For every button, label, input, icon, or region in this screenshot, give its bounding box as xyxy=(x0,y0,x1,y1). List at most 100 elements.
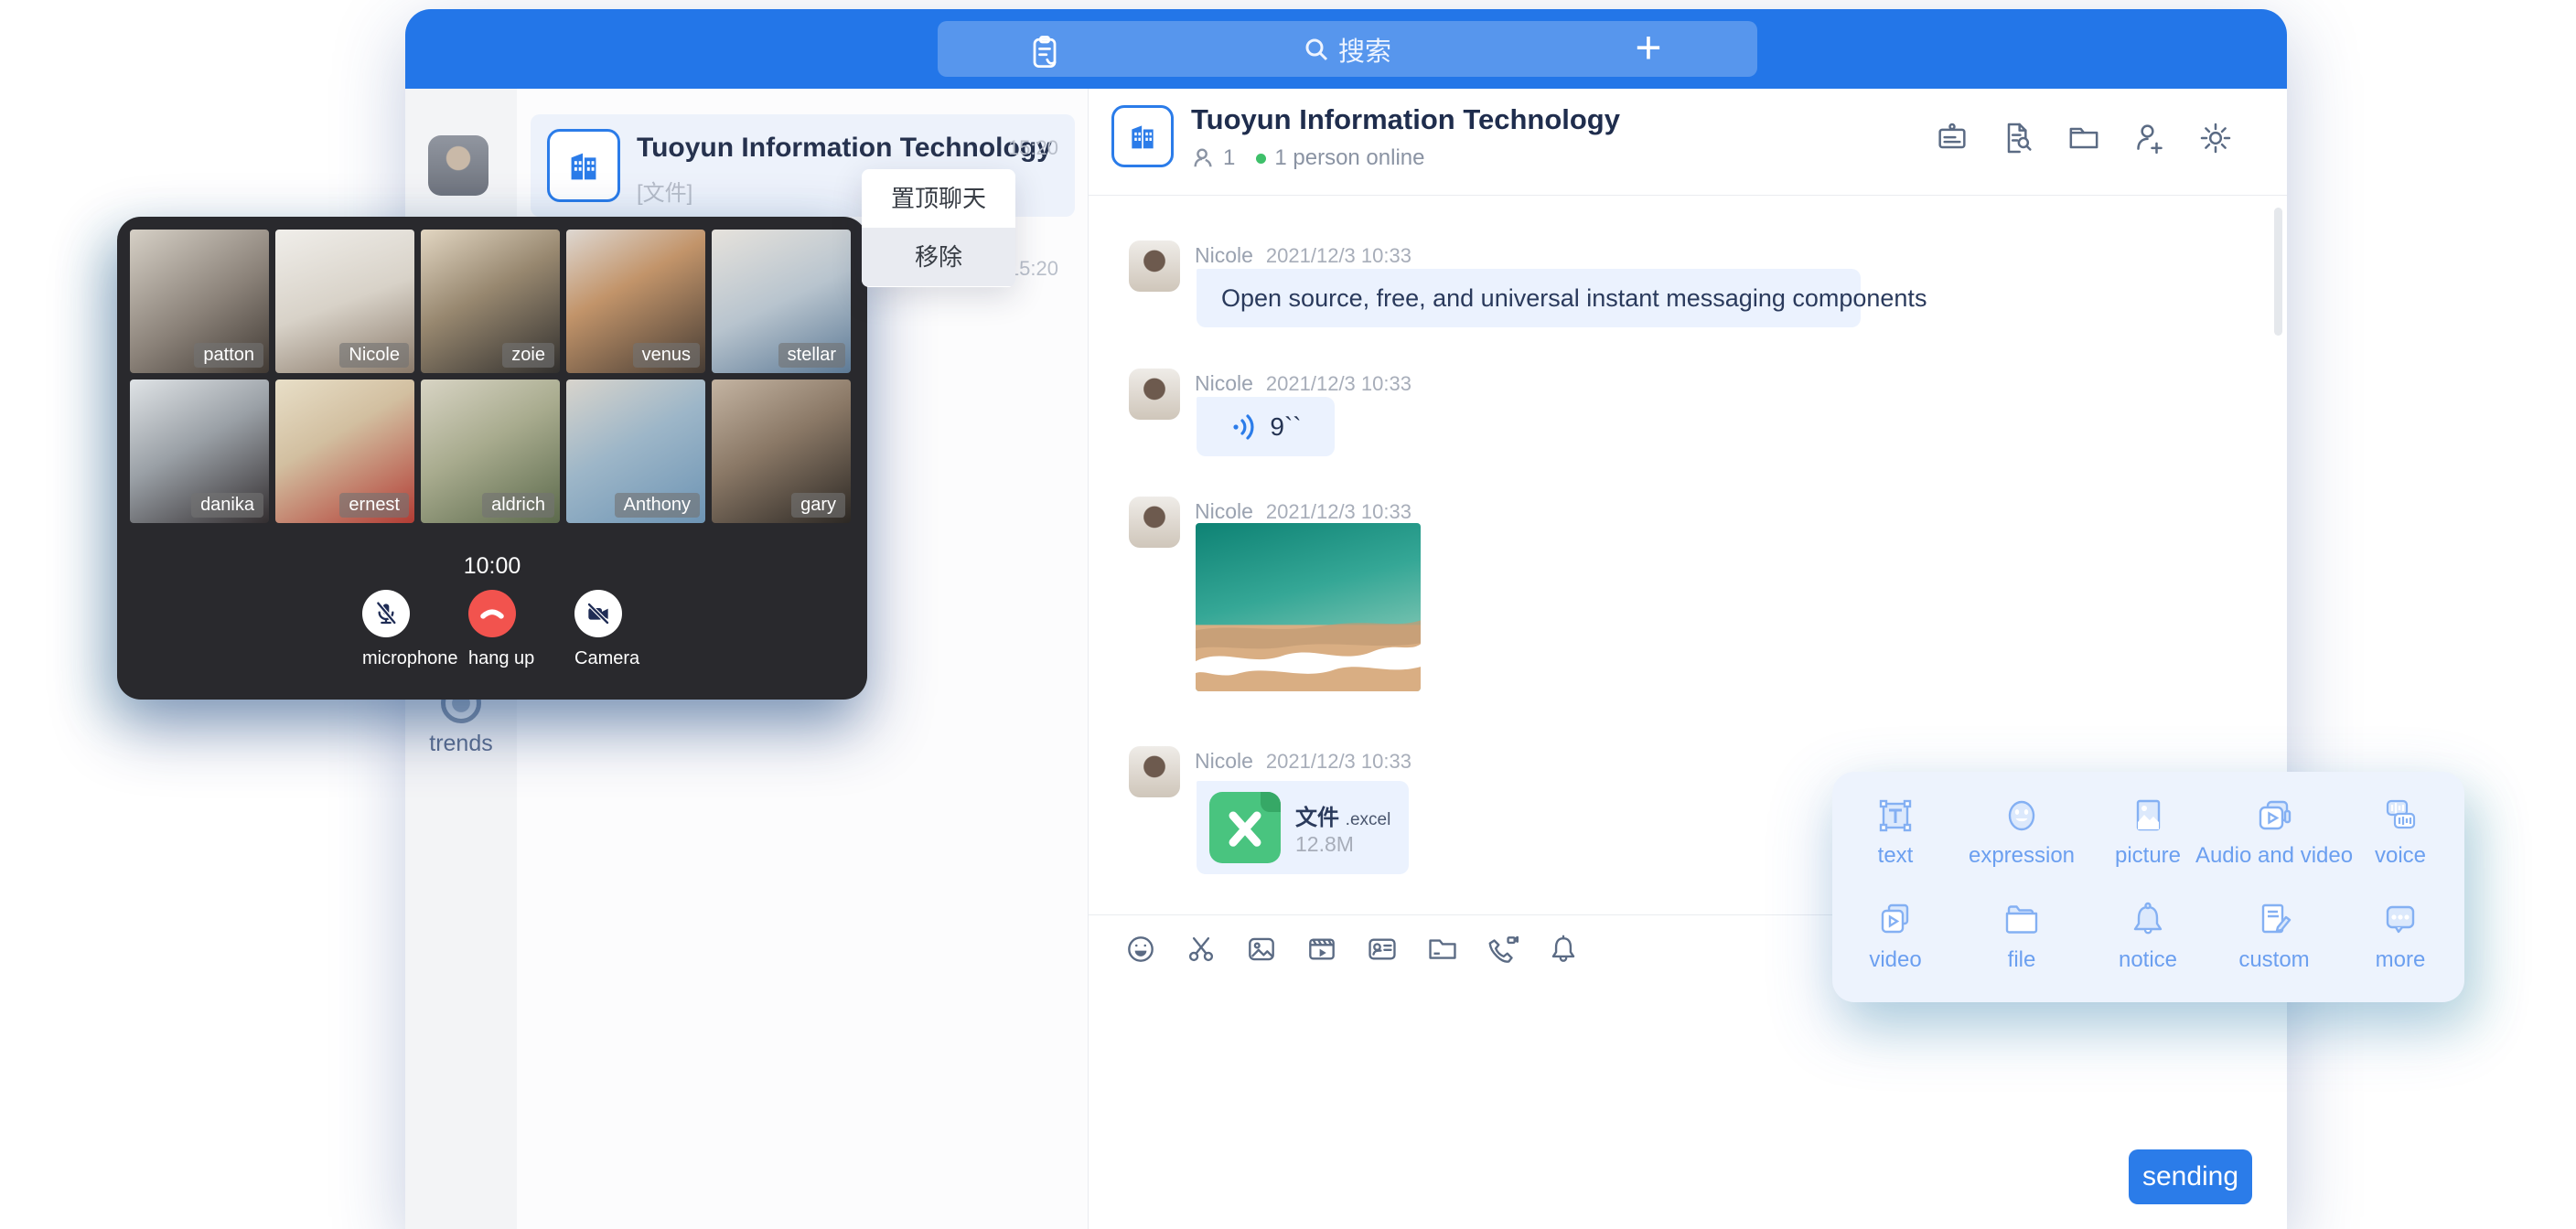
search-bar[interactable]: 搜索 + xyxy=(938,21,1757,77)
participant-name: Nicole xyxy=(339,343,409,368)
video-tile[interactable]: zoie xyxy=(421,230,560,373)
contact-card-icon[interactable] xyxy=(1365,932,1400,967)
conversation-subtitle: 1 1 person online xyxy=(1191,145,1424,171)
send-video-icon[interactable] xyxy=(1304,932,1339,967)
menu-item-pin-chat[interactable]: 置顶聊天 xyxy=(862,169,1015,228)
send-button[interactable]: sending xyxy=(2129,1149,2252,1204)
popup-item-file[interactable]: file xyxy=(1959,898,2085,1000)
menu-item-remove[interactable]: 移除 xyxy=(862,228,1015,286)
video-tile[interactable]: gary xyxy=(712,379,851,523)
microphone-off-icon xyxy=(371,599,401,628)
file-message-bubble[interactable]: 文件 .excel 12.8M xyxy=(1197,781,1409,874)
camera-toggle-button[interactable] xyxy=(574,590,622,637)
avatar[interactable] xyxy=(1129,497,1180,548)
group-notice-icon[interactable] xyxy=(1934,120,1970,156)
popup-item-expression[interactable]: expression xyxy=(1959,794,2085,896)
settings-icon[interactable] xyxy=(2197,120,2234,156)
organization-icon xyxy=(1111,105,1174,167)
popup-item-text[interactable]: text xyxy=(1832,794,1959,896)
participant-name: Anthony xyxy=(615,493,700,518)
microphone-control[interactable]: microphone xyxy=(362,590,410,669)
top-bar: 搜索 + xyxy=(405,9,2287,89)
add-button[interactable]: + xyxy=(1627,28,1669,70)
screenshot-scissors-icon[interactable] xyxy=(1184,932,1218,967)
camera-off-icon xyxy=(584,599,613,628)
input-toolbar xyxy=(1123,932,1581,967)
video-tile[interactable]: danika xyxy=(130,379,269,523)
voice-duration: 9`` xyxy=(1270,412,1301,442)
message-timestamp: 2021/12/3 10:33 xyxy=(1266,244,1411,267)
chat-item-preview: [文件] xyxy=(637,175,692,207)
image-message-beach[interactable] xyxy=(1196,523,1421,691)
participant-name: patton xyxy=(194,343,263,368)
video-call-icon[interactable] xyxy=(1486,932,1520,967)
search-placeholder: 搜索 xyxy=(1338,30,1391,69)
popup-item-more[interactable]: more xyxy=(2337,898,2463,1000)
notification-bell-icon[interactable] xyxy=(1546,932,1581,967)
custom-icon xyxy=(2252,898,2296,942)
video-call-overlay: patton Nicole zoie venus stellar danika … xyxy=(117,217,867,700)
screen: 搜索 + trends xyxy=(0,0,2576,1229)
my-avatar[interactable] xyxy=(428,135,488,196)
popup-item-picture[interactable]: picture xyxy=(2085,794,2211,896)
online-dot xyxy=(1256,154,1266,164)
popup-item-custom[interactable]: custom xyxy=(2211,898,2337,1000)
file-name: 文件 xyxy=(1295,806,1339,830)
video-tile[interactable]: stellar xyxy=(712,230,851,373)
chat-record-search-icon[interactable] xyxy=(2000,120,2036,156)
voice-message-bubble[interactable]: 9`` xyxy=(1197,397,1335,456)
search-icon xyxy=(1304,37,1329,62)
message-meta: Nicole2021/12/3 10:33 xyxy=(1195,371,1411,396)
scrollbar[interactable] xyxy=(2274,208,2282,336)
file-size: 12.8M xyxy=(1295,832,1354,857)
trends-label: trends xyxy=(405,731,517,757)
members-icon xyxy=(1191,146,1215,170)
message-meta: Nicole2021/12/3 10:33 xyxy=(1195,749,1411,774)
video-tile[interactable]: patton xyxy=(130,230,269,373)
avatar[interactable] xyxy=(1129,746,1180,797)
call-controls: microphone hang up xyxy=(117,590,867,669)
video-tile[interactable]: venus xyxy=(566,230,705,373)
participant-name: aldrich xyxy=(482,493,554,518)
emoji-icon[interactable] xyxy=(1123,932,1158,967)
camera-label: Camera xyxy=(574,648,622,669)
picture-icon xyxy=(2126,794,2170,838)
voice-wave-icon xyxy=(1229,411,1261,443)
message-timestamp: 2021/12/3 10:33 xyxy=(1266,500,1411,523)
popup-item-notice[interactable]: notice xyxy=(2085,898,2211,1000)
popup-item-audio-video[interactable]: Audio and video xyxy=(2211,794,2337,896)
message-meta: Nicole 2021/12/3 10:33 xyxy=(1195,499,1411,524)
hangup-button[interactable] xyxy=(468,590,516,637)
message-meta: Nicole2021/12/3 10:33 xyxy=(1195,243,1411,268)
file-ext: .excel xyxy=(1346,810,1391,829)
audio-video-icon xyxy=(2252,794,2296,838)
hangup-control[interactable]: hang up xyxy=(468,590,516,669)
message-timestamp: 2021/12/3 10:33 xyxy=(1266,750,1411,773)
video-tile[interactable]: Anthony xyxy=(566,379,705,523)
file-icon xyxy=(2000,898,2044,942)
add-member-icon[interactable] xyxy=(2131,120,2168,156)
avatar[interactable] xyxy=(1129,369,1180,420)
organization-icon xyxy=(547,129,620,202)
sender-name: Nicole xyxy=(1195,499,1253,523)
file-management-icon[interactable] xyxy=(2066,120,2102,156)
avatar[interactable] xyxy=(1129,240,1180,292)
notice-icon xyxy=(2126,898,2170,942)
send-image-icon[interactable] xyxy=(1244,932,1279,967)
conversation-header: Tuoyun Information Technology 1 1 person… xyxy=(1089,89,2287,196)
camera-control[interactable]: Camera xyxy=(574,590,622,669)
video-tile[interactable]: Nicole xyxy=(275,230,414,373)
popup-item-video[interactable]: video xyxy=(1832,898,1959,1000)
text-message-bubble[interactable]: Open source, free, and universal instant… xyxy=(1197,269,1861,327)
popup-item-voice[interactable]: voice xyxy=(2337,794,2463,896)
participant-name: zoie xyxy=(502,343,554,368)
send-file-icon[interactable] xyxy=(1425,932,1460,967)
participant-name: venus xyxy=(633,343,700,368)
participant-name: ernest xyxy=(339,493,409,518)
participant-name: danika xyxy=(191,493,263,518)
video-tile[interactable]: ernest xyxy=(275,379,414,523)
more-icon xyxy=(2378,898,2422,942)
microphone-label: microphone xyxy=(362,648,410,669)
video-tile[interactable]: aldrich xyxy=(421,379,560,523)
microphone-mute-button[interactable] xyxy=(362,590,410,637)
